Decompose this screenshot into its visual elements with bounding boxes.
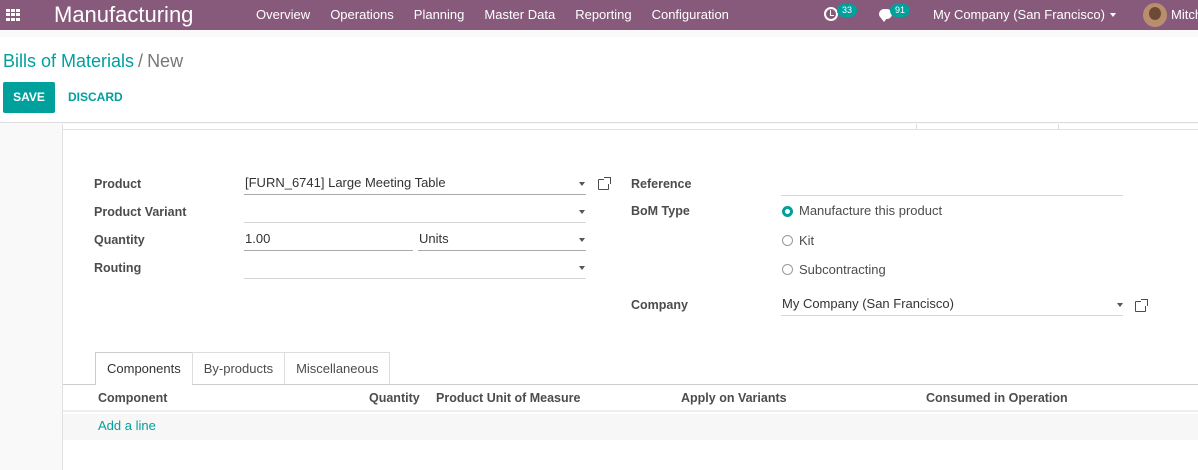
add-a-line-link[interactable]: Add a line [98, 418, 156, 433]
menu-configuration[interactable]: Configuration [642, 0, 739, 30]
chevron-down-icon[interactable] [579, 210, 585, 214]
radio-kit-label[interactable]: Kit [799, 233, 814, 248]
company-switcher[interactable]: My Company (San Francisco) [933, 0, 1105, 30]
product-variant-label: Product Variant [94, 205, 187, 219]
quantity-label: Quantity [94, 233, 145, 247]
activity-clock-icon[interactable] [824, 7, 838, 21]
chevron-down-icon[interactable] [579, 182, 585, 186]
components-table-header: Component Quantity Product Unit of Measu… [63, 386, 1198, 412]
bom-type-label: BoM Type [631, 204, 690, 218]
menu-reporting[interactable]: Reporting [565, 0, 641, 30]
top-navbar: Manufacturing Overview Operations Planni… [0, 0, 1198, 30]
tab-by-products[interactable]: By-products [191, 352, 286, 384]
breadcrumb-current: New [147, 51, 184, 71]
menu-master-data[interactable]: Master Data [474, 0, 565, 30]
reference-label: Reference [631, 177, 692, 191]
tab-miscellaneous[interactable]: Miscellaneous [284, 352, 391, 384]
product-field[interactable]: [FURN_6741] Large Meeting Table [244, 173, 586, 195]
tab-components[interactable]: Components [95, 352, 193, 385]
breadcrumb-separator: / [138, 51, 144, 71]
chevron-down-icon[interactable] [1117, 303, 1123, 307]
product-value: [FURN_6741] Large Meeting Table [245, 175, 446, 190]
activity-count-badge: 33 [837, 4, 858, 17]
notebook-tabs: Components By-products Miscellaneous [95, 352, 391, 385]
company-value: My Company (San Francisco) [782, 296, 954, 311]
breadcrumb: Bills of Materials / New [3, 51, 183, 72]
menu-overview[interactable]: Overview [246, 0, 320, 30]
radio-kit[interactable] [782, 235, 793, 246]
uom-value: Units [419, 231, 449, 246]
main-menu: Overview Operations Planning Master Data… [246, 0, 739, 30]
menu-planning[interactable]: Planning [404, 0, 475, 30]
column-apply-on-variants[interactable]: Apply on Variants [681, 391, 787, 405]
reference-field[interactable] [781, 174, 1123, 196]
routing-field[interactable] [244, 257, 586, 279]
radio-subcontracting[interactable] [782, 264, 793, 275]
user-avatar[interactable] [1143, 3, 1167, 27]
chevron-down-icon[interactable] [1110, 13, 1116, 17]
external-link-icon[interactable] [598, 177, 611, 190]
quantity-value: 1.00 [245, 231, 271, 246]
radio-subcontracting-label[interactable]: Subcontracting [799, 262, 886, 277]
apps-menu-icon[interactable] [6, 9, 20, 21]
column-product-uom[interactable]: Product Unit of Measure [436, 391, 580, 405]
routing-label: Routing [94, 261, 142, 275]
components-table-body: Add a line [63, 414, 1198, 440]
form-sheet: Product [FURN_6741] Large Meeting Table … [62, 124, 1198, 470]
message-count-badge: 91 [890, 4, 911, 17]
uom-field[interactable]: Units [418, 229, 586, 251]
column-consumed-in-operation[interactable]: Consumed in Operation [926, 391, 1068, 405]
discard-button[interactable]: DISCARD [60, 82, 131, 113]
company-field[interactable]: My Company (San Francisco) [781, 294, 1123, 316]
product-variant-field[interactable] [244, 201, 586, 223]
control-panel: Bills of Materials / New SAVE DISCARD [0, 37, 1198, 123]
chevron-down-icon[interactable] [579, 238, 585, 242]
user-name[interactable]: Mitch [1171, 0, 1198, 30]
chevron-down-icon[interactable] [579, 266, 585, 270]
column-component[interactable]: Component [98, 391, 167, 405]
radio-manufacture-label[interactable]: Manufacture this product [799, 203, 942, 218]
column-quantity[interactable]: Quantity [369, 391, 420, 405]
external-link-icon[interactable] [1135, 299, 1148, 312]
save-button[interactable]: SAVE [3, 82, 55, 113]
radio-manufacture[interactable] [782, 206, 793, 217]
smart-button-divider [916, 124, 917, 129]
company-label: Company [631, 298, 688, 312]
app-name[interactable]: Manufacturing [54, 2, 193, 28]
statusbar-divider [63, 129, 1198, 130]
product-label: Product [94, 177, 142, 191]
menu-operations[interactable]: Operations [320, 0, 404, 30]
breadcrumb-parent[interactable]: Bills of Materials [3, 51, 134, 71]
quantity-field[interactable]: 1.00 [244, 229, 413, 251]
smart-button-divider [1058, 124, 1059, 129]
